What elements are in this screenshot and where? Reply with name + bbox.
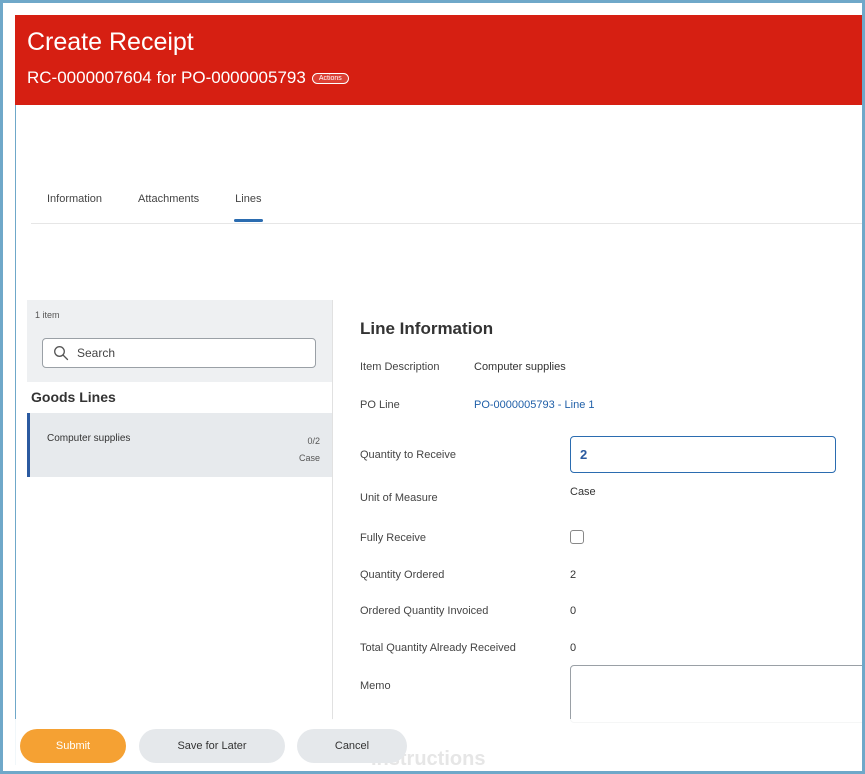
line-name: Computer supplies	[47, 433, 131, 444]
tab-information[interactable]: Information	[47, 193, 102, 205]
tab-bar: Information Attachments Lines	[47, 193, 297, 222]
page-header: Create Receipt RC-0000007604 for PO-0000…	[15, 15, 862, 105]
tab-lines[interactable]: Lines	[234, 193, 264, 222]
quantity-ordered-label: Quantity Ordered	[360, 569, 445, 581]
total-received-value: 0	[570, 642, 577, 654]
line-quantity: 0/2 Case	[299, 433, 320, 467]
save-for-later-button[interactable]: Save for Later	[139, 729, 285, 763]
submit-button[interactable]: Submit	[20, 729, 126, 763]
total-received-label: Total Quantity Already Received	[360, 642, 516, 654]
page-title: Create Receipt	[27, 28, 194, 56]
quantity-to-receive-label: Quantity to Receive	[360, 449, 456, 461]
search-icon	[54, 346, 69, 361]
actions-button[interactable]: Actions	[311, 72, 349, 84]
panel-divider	[332, 300, 333, 720]
po-line-link[interactable]: PO-0000005793 - Line 1	[474, 399, 594, 411]
unit-of-measure-value: Case	[570, 486, 596, 498]
sidebar-top: 1 item Search	[27, 300, 332, 382]
item-count: 1 item	[35, 310, 60, 320]
receipt-subtitle: RC-0000007604 for PO-0000005793	[27, 68, 306, 87]
app-window: Create Receipt RC-0000007604 for PO-0000…	[0, 0, 865, 774]
line-qty-value: 0/2	[307, 436, 320, 446]
search-input[interactable]: Search	[42, 338, 316, 368]
memo-field[interactable]	[570, 665, 862, 723]
fully-receive-checkbox[interactable]	[570, 530, 584, 544]
lines-sidebar: 1 item Search Goods Lines Computer suppl…	[27, 300, 332, 720]
fully-receive-label: Fully Receive	[360, 532, 427, 544]
line-information-title: Line Information	[360, 319, 494, 338]
po-line-label: PO Line	[360, 399, 400, 411]
page-subtitle: RC-0000007604 for PO-0000005793 Actions	[27, 68, 349, 88]
unit-of-measure-label: Unit of Measure	[360, 492, 438, 504]
content-edge	[15, 105, 16, 765]
tab-attachments[interactable]: Attachments	[138, 193, 199, 205]
list-item[interactable]: Computer supplies 0/2 Case	[27, 413, 332, 477]
item-description-label: Item Description	[360, 361, 440, 373]
goods-lines-title: Goods Lines	[31, 389, 116, 405]
search-placeholder: Search	[77, 346, 116, 360]
line-unit-value: Case	[298, 453, 320, 463]
memo-label: Memo	[360, 680, 391, 692]
tabs-divider	[31, 223, 862, 224]
quantity-ordered-value: 2	[570, 569, 577, 581]
cancel-button[interactable]: Cancel	[297, 729, 407, 763]
quantity-to-receive-input[interactable]: 2	[570, 436, 836, 473]
ordered-quantity-invoiced-value: 0	[570, 605, 577, 617]
ordered-quantity-invoiced-label: Ordered Quantity Invoiced	[360, 605, 489, 617]
item-description-value: Computer supplies	[474, 361, 566, 373]
